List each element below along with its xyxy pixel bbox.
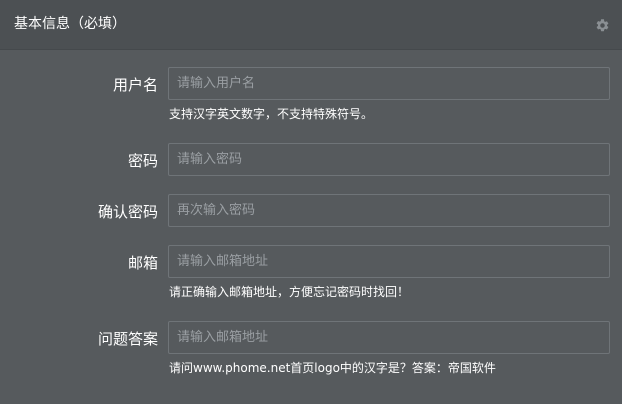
panel-title: 基本信息（必填） bbox=[14, 16, 126, 32]
gear-icon[interactable] bbox=[595, 18, 610, 33]
panel-header: 基本信息（必填） bbox=[0, 0, 622, 50]
email-input[interactable] bbox=[168, 245, 610, 278]
confirm-password-input[interactable] bbox=[168, 194, 610, 227]
username-hint: 支持汉字英文数字，不支持特殊符号。 bbox=[169, 107, 374, 121]
confirm-password-label: 确认密码 bbox=[97, 203, 158, 221]
password-label: 密码 bbox=[127, 152, 158, 170]
password-input[interactable] bbox=[168, 143, 610, 176]
username-input[interactable] bbox=[168, 67, 610, 100]
email-hint: 请正确输入邮箱地址，方便忘记密码时找回！ bbox=[169, 285, 410, 299]
basic-info-panel: 基本信息（必填） 用户名 支持汉字英文数字，不支持特殊符号。 密码 确认密码 邮… bbox=[0, 0, 622, 404]
username-label: 用户名 bbox=[112, 76, 158, 94]
security-answer-input[interactable] bbox=[168, 321, 610, 354]
security-answer-label: 问题答案 bbox=[97, 330, 158, 348]
security-answer-hint: 请问www.phome.net首页logo中的汉字是？答案：帝国软件 bbox=[169, 361, 496, 375]
email-label: 邮箱 bbox=[127, 254, 158, 272]
